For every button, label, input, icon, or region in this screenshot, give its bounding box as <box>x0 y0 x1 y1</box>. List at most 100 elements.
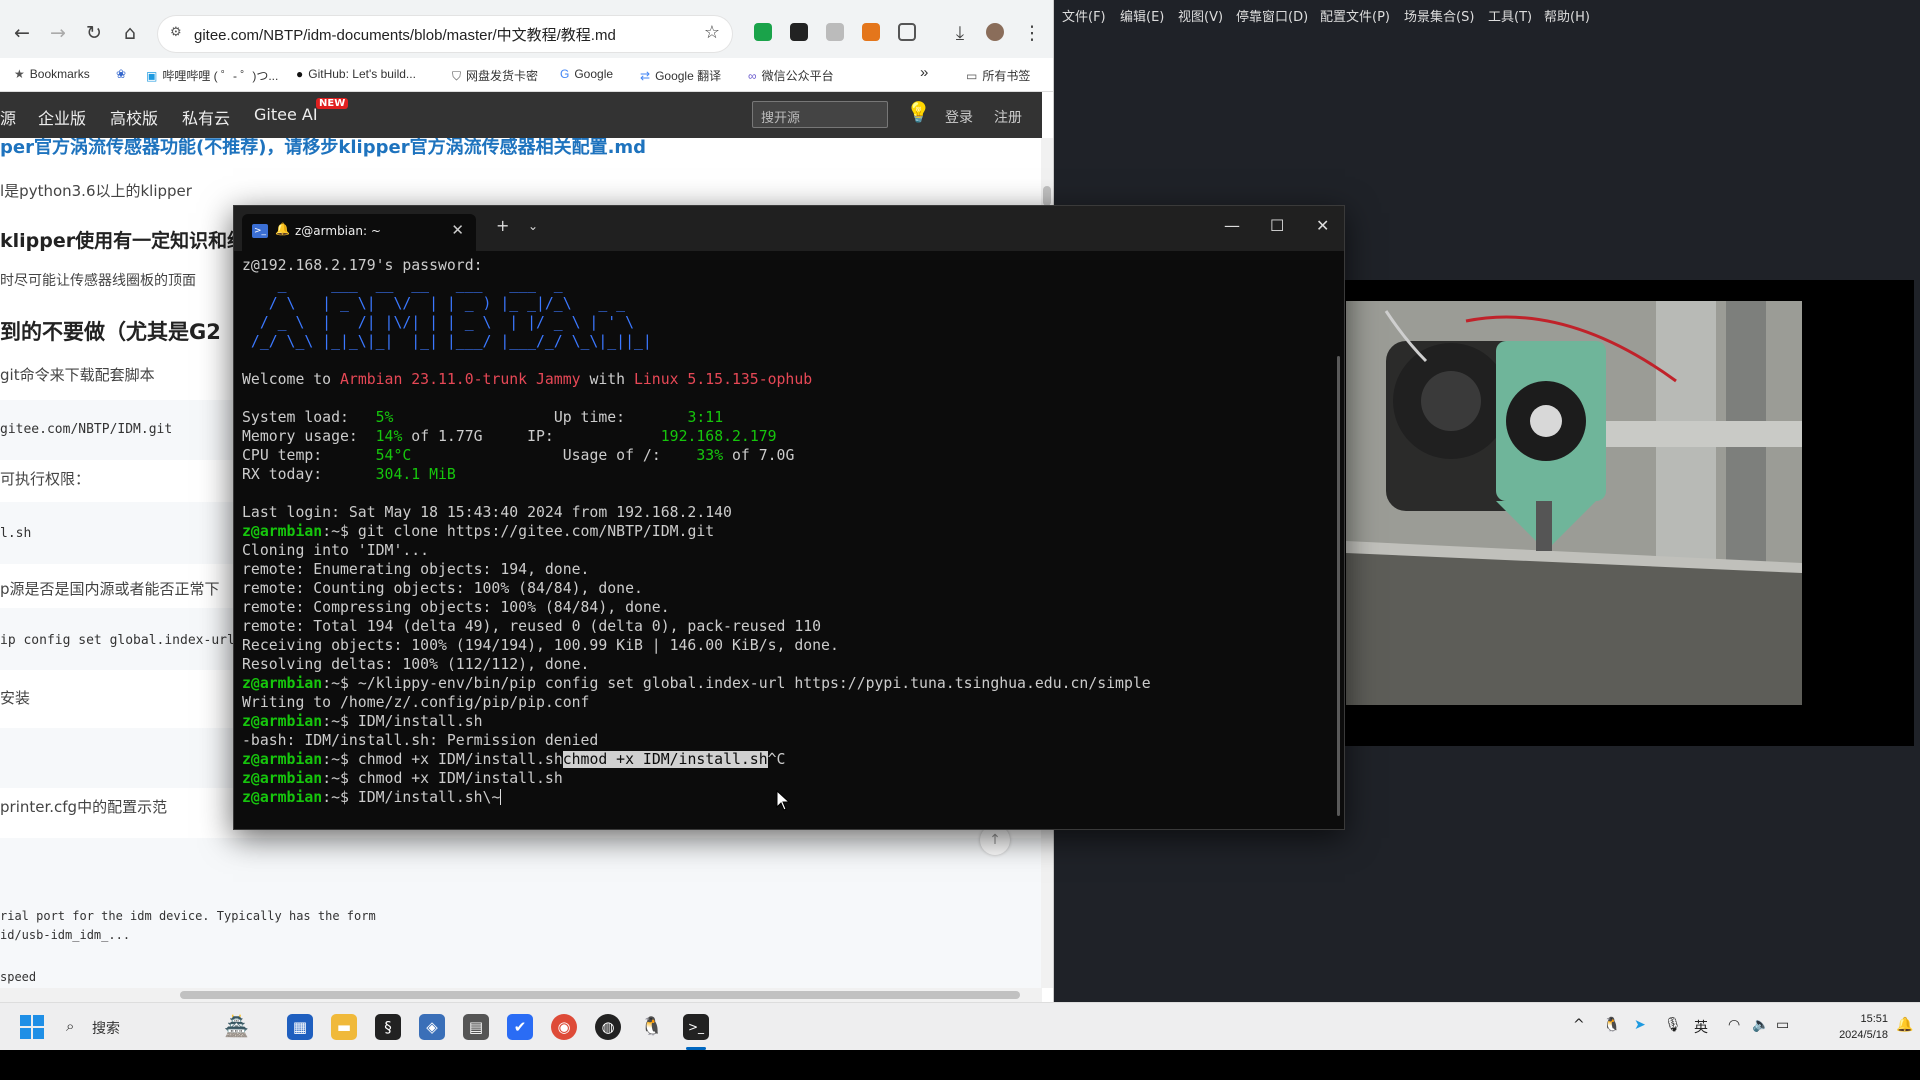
download-icon[interactable]: ⤓ <box>946 19 974 47</box>
bookmark-item[interactable]: ⛉ 网盘发货卡密 <box>452 67 538 84</box>
wifi-icon[interactable]: ◠ <box>1728 1017 1740 1033</box>
url-text[interactable]: gitee.com/NBTP/idm-documents/blob/master… <box>194 24 616 45</box>
scrollbar-thumb[interactable] <box>180 991 1020 999</box>
telegram-icon[interactable]: ➤ <box>1634 1017 1646 1033</box>
menu-view[interactable]: 视图(V) <box>1178 6 1223 25</box>
horizontal-scrollbar[interactable] <box>0 988 1042 1002</box>
terminal-titlebar[interactable]: >_ 🔔 z@armbian: ~ ✕ + ⌄ — ☐ ✕ <box>234 206 1344 251</box>
nav-item-university[interactable]: 高校版 <box>110 105 158 129</box>
address-bar[interactable]: ⚙ gitee.com/NBTP/idm-documents/blob/mast… <box>158 16 732 52</box>
taskbar-search[interactable]: ⌕ 搜索 🏯 <box>62 1012 262 1042</box>
terminal-scrollbar[interactable] <box>1337 356 1340 816</box>
bookmark-item[interactable]: ∞ 微信公众平台 <box>748 67 834 84</box>
menu-edit[interactable]: 编辑(E) <box>1120 6 1164 25</box>
bookmarks-overflow-button[interactable]: » <box>920 64 928 81</box>
lightbulb-icon[interactable]: 💡 <box>906 100 931 124</box>
register-link[interactable]: 注册 <box>994 107 1022 127</box>
battery-icon[interactable]: ▭ <box>1776 1017 1789 1033</box>
stat-label: RX today: <box>242 466 323 483</box>
menu-docks[interactable]: 停靠窗口(D) <box>1236 6 1308 25</box>
extension-shield-icon[interactable] <box>754 23 772 41</box>
scrollbar-thumb[interactable] <box>1043 186 1051 206</box>
stat-label: Memory usage: <box>242 428 358 445</box>
windows-start-icon[interactable] <box>20 1015 44 1039</box>
microphone-icon[interactable]: 🎙 <box>1664 1017 1682 1033</box>
content-heading: klipper使用有一定知识和经 <box>0 230 247 252</box>
prompt-user: z@armbian <box>242 713 323 730</box>
bookmark-item[interactable]: G Google <box>560 67 613 81</box>
terminal-taskbar-icon[interactable]: >_ <box>683 1014 709 1040</box>
minimize-icon[interactable]: — <box>1224 216 1240 235</box>
prompt-user: z@armbian <box>242 789 323 806</box>
bookmark-item[interactable]: ● GitHub: Let's build... <box>296 67 416 81</box>
bookmark-item[interactable]: ★ Bookmarks <box>14 67 90 81</box>
menu-scene-collection[interactable]: 场景集合(S) <box>1404 6 1474 25</box>
nav-item-gitee-ai[interactable]: Gitee AI <box>254 105 318 124</box>
qq-icon[interactable]: 🐧 <box>639 1014 665 1040</box>
gitee-navbar: 源 企业版 高校版 私有云 Gitee AI NEW 搜开源 💡 登录 注册 <box>0 92 1042 138</box>
menu-tools[interactable]: 工具(T) <box>1488 6 1532 25</box>
taskbar-app-icon[interactable]: ▤ <box>463 1014 489 1040</box>
all-bookmarks-button[interactable]: ▭ 所有书签 <box>966 67 1030 84</box>
reload-icon[interactable]: ↻ <box>80 19 108 47</box>
home-icon[interactable]: ⌂ <box>116 19 144 47</box>
terminal-line: remote: Total 194 (delta 49), reused 0 (… <box>242 618 822 635</box>
terminal-lines: z@armbian:~$ git clone https://gitee.com… <box>242 523 1151 806</box>
window-close-icon[interactable]: ✕ <box>1316 216 1329 235</box>
menu-help[interactable]: 帮助(H) <box>1544 6 1590 25</box>
login-link[interactable]: 登录 <box>945 107 973 127</box>
powershell-icon: >_ <box>252 224 268 238</box>
content-link[interactable]: per官方涡流传感器功能(不推荐)，请移步klipper官方涡流传感器相关配置.… <box>0 138 646 159</box>
file-explorer-icon[interactable]: ▬ <box>331 1014 357 1040</box>
taskbar-app-icon[interactable]: ◈ <box>419 1014 445 1040</box>
bookmark-star-icon[interactable]: ☆ <box>704 22 720 43</box>
ime-indicator[interactable]: 英 <box>1694 1017 1708 1037</box>
menu-file[interactable]: 文件(F) <box>1062 6 1106 25</box>
metamask-icon[interactable] <box>862 23 880 41</box>
mouse-cursor-icon <box>776 790 791 811</box>
content-text: printer.cfg中的配置示范 <box>0 798 168 816</box>
menu-bar: 文件(F) 编辑(E) 视图(V) 停靠窗口(D) 配置文件(P) 场景集合(S… <box>1054 0 1920 28</box>
nav-item-enterprise[interactable]: 企业版 <box>38 105 86 129</box>
obs-icon[interactable]: ◍ <box>595 1014 621 1040</box>
tab-dropdown-icon[interactable]: ⌄ <box>528 219 538 233</box>
qq-tray-icon[interactable]: 🐧 <box>1603 1017 1620 1033</box>
menu-profile[interactable]: 配置文件(P) <box>1320 6 1390 25</box>
terminal-output[interactable]: z@192.168.2.179's password: _ ___ __ __ … <box>242 256 1322 816</box>
maximize-icon[interactable]: ☐ <box>1270 216 1284 235</box>
tab-close-icon[interactable]: ✕ <box>451 221 464 239</box>
content-text: 可执行权限： <box>0 470 91 488</box>
content-text: 安装 <box>0 689 31 707</box>
profile-avatar[interactable] <box>986 23 1004 41</box>
terminal-tab[interactable]: >_ 🔔 z@armbian: ~ ✕ <box>242 214 476 251</box>
notification-bell-icon[interactable]: 🔔 <box>1896 1017 1913 1033</box>
nav-item-private-cloud[interactable]: 私有云 <box>182 105 230 129</box>
prompt-user: z@armbian <box>242 770 323 787</box>
terminal-line: z@armbian:~$ chmod +x IDM/install.shchmo… <box>242 751 785 768</box>
paw-icon[interactable]: ❀ <box>116 67 126 81</box>
menu-kebab-icon[interactable]: ⋮ <box>1018 19 1046 47</box>
printer-head-image <box>1346 301 1802 705</box>
forward-icon[interactable]: → <box>44 19 72 47</box>
tray-overflow-icon[interactable]: ^ <box>1573 1017 1585 1033</box>
extension-app-icon[interactable] <box>790 23 808 41</box>
extension-gray-icon[interactable] <box>826 23 844 41</box>
new-tab-icon[interactable]: + <box>496 216 509 235</box>
taskbar-app-icon[interactable]: § <box>375 1014 401 1040</box>
content-text: l是python3.6以上的klipper <box>0 182 192 200</box>
back-icon[interactable]: ← <box>8 19 36 47</box>
bookmark-item[interactable]: ▣ 哔哩哔哩 ( ゜- ゜)つ... <box>146 67 278 84</box>
taskbar-app-icon[interactable]: ▦ <box>287 1014 313 1040</box>
nav-item-open-source[interactable]: 源 <box>0 105 16 129</box>
gitee-search-input[interactable]: 搜开源 <box>752 101 888 128</box>
volume-icon[interactable]: 🔈 <box>1752 1017 1769 1033</box>
extensions-puzzle-icon[interactable] <box>898 23 916 41</box>
site-info-icon[interactable]: ⚙ <box>170 25 182 40</box>
terminal-window[interactable]: >_ 🔔 z@armbian: ~ ✕ + ⌄ — ☐ ✕ z@192.168.… <box>233 205 1345 830</box>
taskbar-app-icon[interactable]: ✔ <box>507 1014 533 1040</box>
clock[interactable]: 15:51 2024/5/18 <box>1808 1011 1888 1043</box>
content-text: git命令来下载配套脚本 <box>0 366 155 384</box>
chrome-icon[interactable]: ◉ <box>551 1014 577 1040</box>
os-name: Armbian 23.11.0-trunk Jammy <box>340 371 581 388</box>
bookmark-item[interactable]: ⇄ Google 翻译 <box>640 67 721 84</box>
